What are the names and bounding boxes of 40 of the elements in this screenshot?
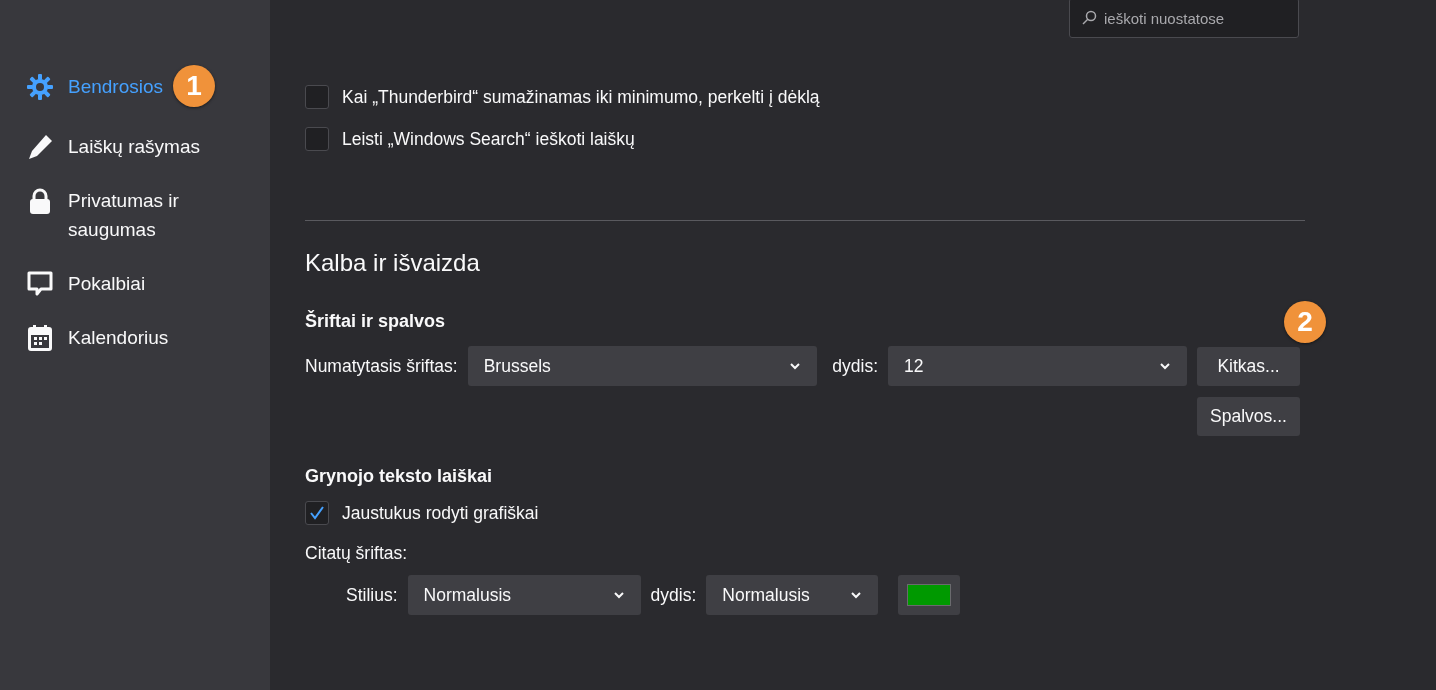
field-label: Numatytasis šriftas: — [305, 355, 458, 377]
size-dropdown[interactable]: 12 — [888, 346, 1187, 386]
calendar-icon — [26, 324, 54, 352]
subsection-title: Grynojo teksto laiškai — [305, 466, 493, 487]
speech-bubble-icon — [26, 270, 54, 298]
gear-icon — [26, 73, 54, 101]
checkbox[interactable] — [305, 501, 329, 525]
color-picker[interactable] — [898, 575, 961, 615]
chevron-down-icon — [850, 591, 863, 599]
subsection-title: Šriftai ir spalvos — [305, 311, 446, 332]
chevron-down-icon — [1159, 362, 1171, 370]
checkbox-label: Jaustukus rodyti grafiškai — [342, 502, 539, 524]
chevron-down-icon — [612, 591, 625, 599]
step-badge: 2 — [1284, 301, 1326, 343]
sidebar-item[interactable]: Pokalbiai — [26, 269, 208, 298]
checkbox[interactable] — [305, 127, 329, 151]
step-badge: 1 — [173, 65, 216, 107]
advanced-button[interactable]: Kitkas... — [1197, 346, 1300, 386]
search-icon — [1081, 10, 1097, 26]
search-field[interactable]: ieškoti nuostatose — [1069, 0, 1299, 38]
checkbox-label: Leisti „Windows Search“ ieškoti laiškų — [342, 128, 635, 150]
size-dropdown[interactable]: Normalusis — [706, 575, 879, 615]
checkmark-icon — [308, 504, 326, 522]
color-swatch — [907, 584, 952, 606]
field-label: Citatų šriftas: — [305, 543, 409, 564]
field-label: dydis: — [832, 355, 878, 377]
checkbox-label: Kai „Thunderbird“ sumažinamas iki minimumo, perkelti į dėklą — [342, 86, 820, 108]
sidebar-item[interactable]: Privatumas ir saugumas — [26, 186, 208, 244]
sidebar-item[interactable]: Laiškų rašymas — [26, 132, 208, 161]
pencil-icon — [26, 133, 54, 161]
colors-button[interactable]: Spalvos... — [1197, 397, 1300, 436]
section-title: Kalba ir išvaizda — [305, 249, 481, 277]
field-label: Stilius: — [346, 584, 398, 606]
sidebar-item[interactable]: Kalendorius — [26, 323, 208, 352]
style-dropdown[interactable]: Normalusis — [407, 575, 641, 615]
field-label: dydis: — [650, 584, 697, 606]
checkbox[interactable] — [305, 85, 329, 109]
chevron-down-icon — [789, 362, 802, 370]
sidebar-item[interactable]: Bendrosios — [26, 72, 164, 101]
font-dropdown[interactable]: Brussels — [467, 346, 818, 386]
